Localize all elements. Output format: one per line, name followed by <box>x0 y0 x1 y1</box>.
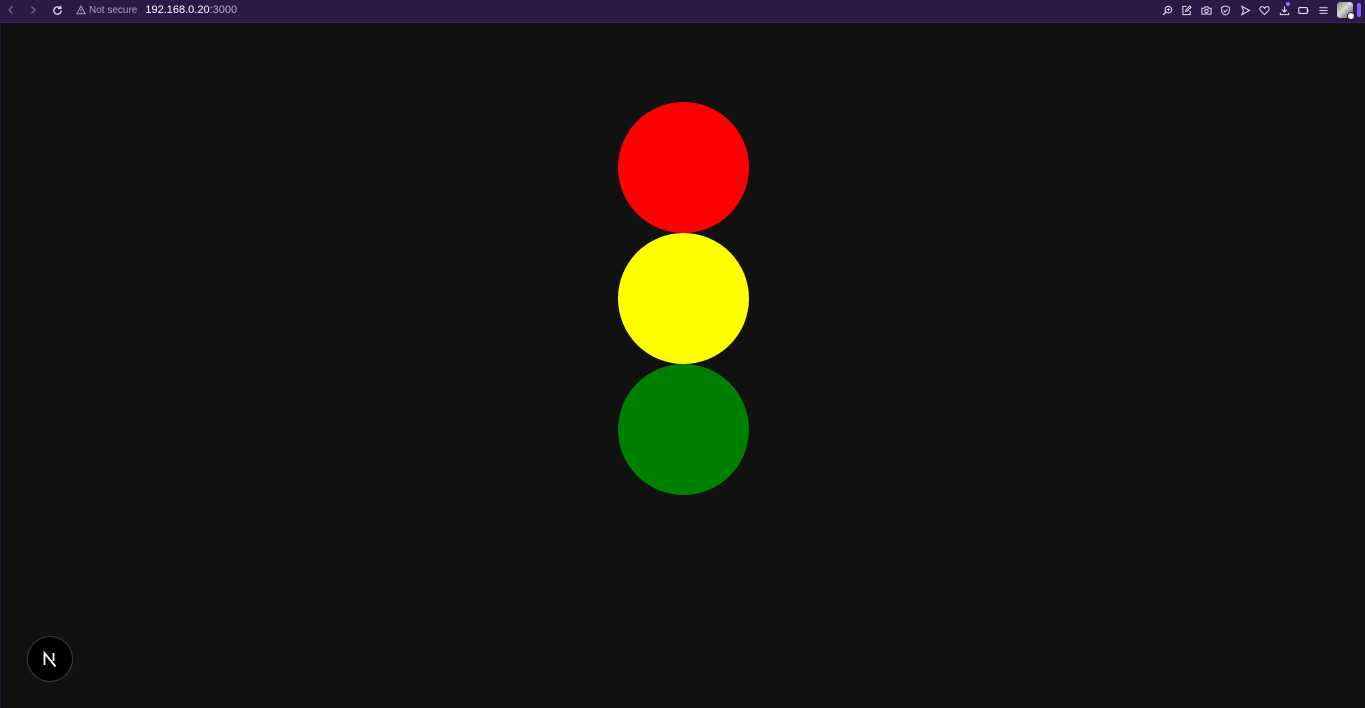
forward-button[interactable] <box>22 0 44 20</box>
zoom-icon <box>1162 5 1173 15</box>
red-light <box>618 102 749 233</box>
toolbar-left-group: Not secure 192.168.0.20:3000 <box>0 0 237 20</box>
url-host: 192.168.0.20 <box>145 4 210 16</box>
back-icon <box>8 6 13 14</box>
edit-icon <box>1182 4 1192 15</box>
send-icon <box>1240 4 1251 16</box>
warning-icon <box>76 5 86 15</box>
edit-button[interactable] <box>1177 0 1197 20</box>
reload-button[interactable] <box>46 0 68 20</box>
forward-icon <box>31 6 36 14</box>
downloads-button[interactable] <box>1275 0 1295 20</box>
page-left-edge <box>0 23 1 708</box>
screenshot-button[interactable] <box>1197 0 1217 20</box>
security-label: Not secure <box>89 4 138 16</box>
download-indicator-dot <box>1286 2 1290 6</box>
nextjs-dev-indicator-button[interactable] <box>27 636 73 682</box>
address-bar[interactable]: 192.168.0.20:3000 <box>145 4 237 16</box>
reload-icon <box>52 5 62 15</box>
sidebar-toggle-strip[interactable] <box>1357 3 1361 17</box>
camera-icon <box>1201 5 1212 15</box>
browser-toolbar: Not secure 192.168.0.20:3000 <box>0 0 1365 23</box>
profile-avatar[interactable] <box>1337 2 1355 20</box>
url-port: :3000 <box>209 4 238 16</box>
heart-icon <box>1259 5 1270 15</box>
toolbar-right-group <box>1158 0 1365 20</box>
battery-saver-button[interactable] <box>1294 0 1314 20</box>
zoom-button[interactable] <box>1158 0 1178 20</box>
battery-icon <box>1298 6 1309 14</box>
shield-icon <box>1221 4 1231 16</box>
menu-icon <box>1319 6 1328 14</box>
nextjs-logo-icon <box>43 650 57 668</box>
shield-button[interactable] <box>1216 0 1236 20</box>
favorites-button[interactable] <box>1255 0 1275 20</box>
back-button[interactable] <box>0 0 22 20</box>
green-light <box>618 364 749 495</box>
download-icon <box>1279 5 1289 15</box>
send-button[interactable] <box>1236 0 1256 20</box>
yellow-light <box>618 233 749 364</box>
security-indicator[interactable]: Not secure <box>76 5 137 16</box>
menu-button[interactable] <box>1314 0 1334 20</box>
